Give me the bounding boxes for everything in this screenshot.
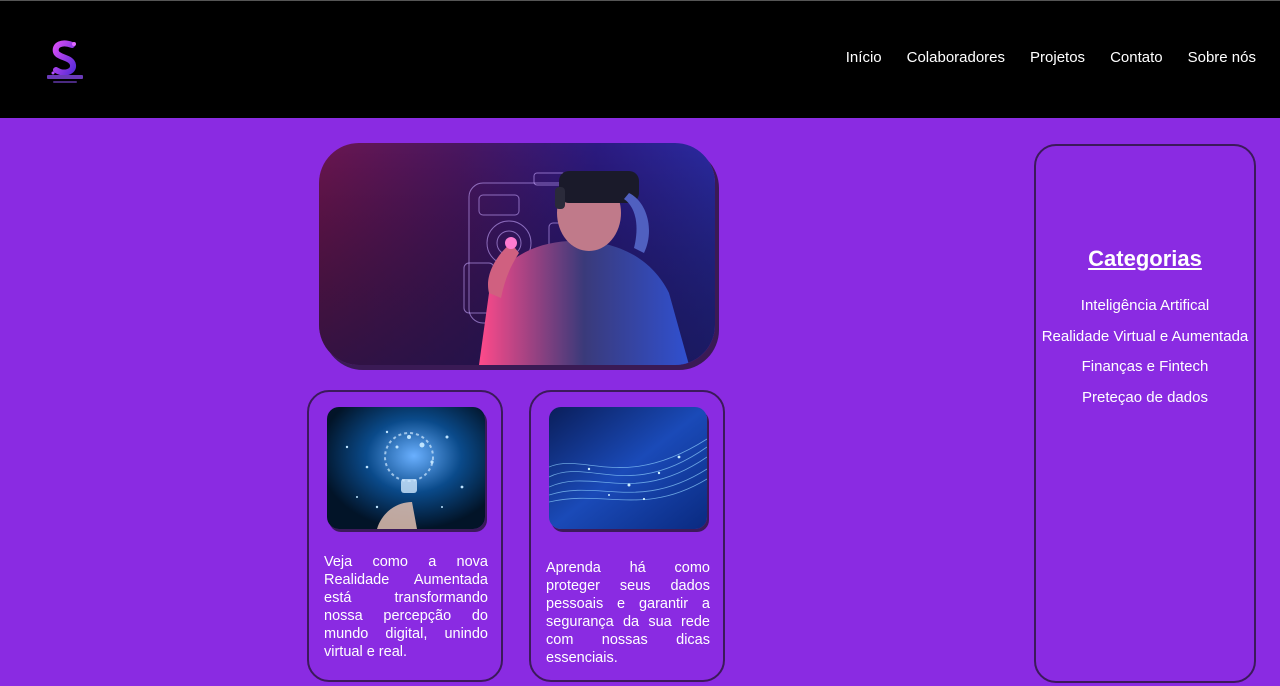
lightbulb-image — [327, 407, 485, 529]
categories-list: Inteligência Artifical Realidade Virtual… — [1036, 296, 1254, 418]
nav-sobre-nos[interactable]: Sobre nós — [1188, 49, 1256, 66]
network-waves-image — [549, 407, 707, 529]
category-item[interactable]: Finanças e Fintech — [1036, 357, 1254, 388]
hero-vr-image[interactable] — [319, 143, 715, 365]
nav-contato[interactable]: Contato — [1110, 49, 1163, 66]
article-card-security[interactable]: Aprenda há como proteger seus dados pess… — [529, 390, 725, 682]
nav-inicio[interactable]: Início — [846, 49, 882, 66]
categories-title: Categorias — [1088, 246, 1202, 271]
site-header: Início Colaboradores Projetos Contato So… — [0, 0, 1280, 118]
categories-sidebar: Categorias Inteligência Artifical Realid… — [1034, 144, 1256, 683]
card-description: Aprenda há como proteger seus dados pess… — [546, 560, 710, 666]
article-card-ar[interactable]: Veja como a nova Realidade Aumentada est… — [307, 390, 503, 682]
card-description: Veja como a nova Realidade Aumentada est… — [324, 554, 488, 660]
nav-colaboradores[interactable]: Colaboradores — [907, 49, 1005, 66]
nav-projetos[interactable]: Projetos — [1030, 49, 1085, 66]
category-item[interactable]: Realidade Virtual e Aumentada — [1036, 327, 1254, 358]
category-item[interactable]: Preteçao de dados — [1036, 388, 1254, 419]
logo-icon[interactable] — [44, 39, 86, 85]
category-item[interactable]: Inteligência Artifical — [1036, 296, 1254, 327]
main-nav: Início Colaboradores Projetos Contato So… — [821, 49, 1256, 66]
